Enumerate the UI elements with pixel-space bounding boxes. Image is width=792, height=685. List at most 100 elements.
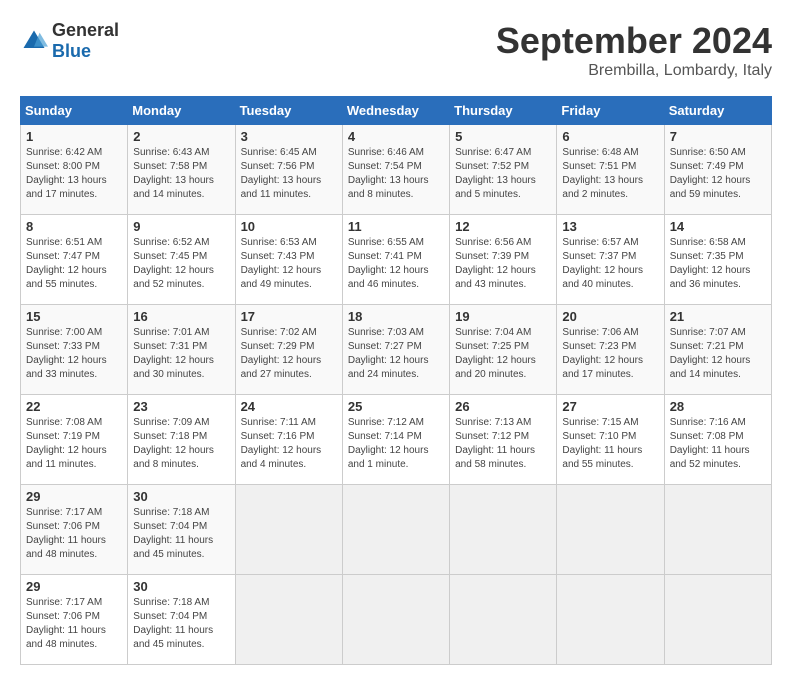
day-info: Sunrise: 7:03 AMSunset: 7:27 PMDaylight:…	[348, 326, 444, 382]
day-number: 29	[26, 579, 122, 594]
day-info: Sunrise: 7:13 AMSunset: 7:12 PMDaylight:…	[455, 416, 551, 472]
table-cell: 14 Sunrise: 6:58 AMSunset: 7:35 PMDayligh…	[664, 215, 771, 305]
day-number: 29	[26, 489, 122, 504]
table-cell: 22 Sunrise: 7:08 AMSunset: 7:19 PMDayligh…	[21, 395, 128, 485]
day-number: 15	[26, 309, 122, 324]
table-cell: 11 Sunrise: 6:55 AMSunset: 7:41 PMDayligh…	[342, 215, 449, 305]
table-cell: 7Sunrise: 6:50 AMSunset: 7:49 PMDaylight…	[664, 125, 771, 215]
day-info: Sunrise: 6:55 AMSunset: 7:41 PMDaylight:…	[348, 236, 444, 292]
day-info: Sunrise: 7:06 AMSunset: 7:23 PMDaylight:…	[562, 326, 658, 382]
calendar-header-row: Sunday Monday Tuesday Wednesday Thursday…	[21, 97, 772, 125]
day-number: 8	[26, 219, 122, 234]
table-cell	[235, 485, 342, 575]
day-number: 5	[455, 129, 551, 144]
logo-icon	[20, 27, 48, 55]
table-cell: 19 Sunrise: 7:04 AMSunset: 7:25 PMDayligh…	[450, 305, 557, 395]
col-sunday: Sunday	[21, 97, 128, 125]
table-cell: 9 Sunrise: 6:52 AMSunset: 7:45 PMDaylight…	[128, 215, 235, 305]
table-cell	[557, 575, 664, 665]
day-number: 22	[26, 399, 122, 414]
table-cell	[557, 485, 664, 575]
logo: General Blue	[20, 20, 119, 62]
day-number: 9	[133, 219, 229, 234]
day-info: Sunrise: 7:15 AMSunset: 7:10 PMDaylight:…	[562, 416, 658, 472]
day-info: Sunrise: 7:00 AMSunset: 7:33 PMDaylight:…	[26, 326, 122, 382]
day-number: 12	[455, 219, 551, 234]
table-cell	[235, 575, 342, 665]
table-row: 22 Sunrise: 7:08 AMSunset: 7:19 PMDayligh…	[21, 395, 772, 485]
day-number: 4	[348, 129, 444, 144]
day-info: Sunrise: 6:52 AMSunset: 7:45 PMDaylight:…	[133, 236, 229, 292]
table-cell: 10 Sunrise: 6:53 AMSunset: 7:43 PMDayligh…	[235, 215, 342, 305]
table-cell: 6 Sunrise: 6:48 AMSunset: 7:51 PMDaylight…	[557, 125, 664, 215]
day-info: Sunrise: 6:47 AMSunset: 7:52 PMDaylight:…	[455, 146, 551, 202]
day-number: 3	[241, 129, 337, 144]
title-block: September 2024 Brembilla, Lombardy, Ital…	[496, 20, 772, 80]
col-thursday: Thursday	[450, 97, 557, 125]
day-info: Sunrise: 6:56 AMSunset: 7:39 PMDaylight:…	[455, 236, 551, 292]
day-number: 20	[562, 309, 658, 324]
day-info: Sunrise: 7:08 AMSunset: 7:19 PMDaylight:…	[26, 416, 122, 472]
table-cell: 24Sunrise: 7:11 AMSunset: 7:16 PMDayligh…	[235, 395, 342, 485]
location-title: Brembilla, Lombardy, Italy	[496, 62, 772, 80]
table-cell: 5 Sunrise: 6:47 AMSunset: 7:52 PMDaylight…	[450, 125, 557, 215]
day-number: 25	[348, 399, 444, 414]
day-info: Sunrise: 7:01 AMSunset: 7:31 PMDaylight:…	[133, 326, 229, 382]
table-cell: 16 Sunrise: 7:01 AMSunset: 7:31 PMDayligh…	[128, 305, 235, 395]
day-number: 30	[133, 579, 229, 594]
table-cell: 25 Sunrise: 7:12 AMSunset: 7:14 PMDayligh…	[342, 395, 449, 485]
col-wednesday: Wednesday	[342, 97, 449, 125]
day-number: 14	[670, 219, 766, 234]
table-cell: 20 Sunrise: 7:06 AMSunset: 7:23 PMDayligh…	[557, 305, 664, 395]
day-number: 28	[670, 399, 766, 414]
day-info: Sunrise: 6:53 AMSunset: 7:43 PMDaylight:…	[241, 236, 337, 292]
day-info: Sunrise: 7:02 AMSunset: 7:29 PMDaylight:…	[241, 326, 337, 382]
table-cell: 21Sunrise: 7:07 AMSunset: 7:21 PMDayligh…	[664, 305, 771, 395]
calendar-table: Sunday Monday Tuesday Wednesday Thursday…	[20, 96, 772, 665]
col-saturday: Saturday	[664, 97, 771, 125]
page-header: General Blue September 2024 Brembilla, L…	[20, 20, 772, 80]
day-number: 17	[241, 309, 337, 324]
table-cell: 3Sunrise: 6:45 AMSunset: 7:56 PMDaylight…	[235, 125, 342, 215]
day-number: 2	[133, 129, 229, 144]
table-cell: 29 Sunrise: 7:17 AMSunset: 7:06 PMDayligh…	[21, 575, 128, 665]
day-info: Sunrise: 7:17 AMSunset: 7:06 PMDaylight:…	[26, 506, 122, 562]
day-info: Sunrise: 7:18 AMSunset: 7:04 PMDaylight:…	[133, 506, 229, 562]
day-info: Sunrise: 6:51 AMSunset: 7:47 PMDaylight:…	[26, 236, 122, 292]
table-cell: 29 Sunrise: 7:17 AMSunset: 7:06 PMDayligh…	[21, 485, 128, 575]
day-info: Sunrise: 6:57 AMSunset: 7:37 PMDaylight:…	[562, 236, 658, 292]
day-info: Sunrise: 7:04 AMSunset: 7:25 PMDaylight:…	[455, 326, 551, 382]
day-number: 7	[670, 129, 766, 144]
day-number: 27	[562, 399, 658, 414]
day-number: 6	[562, 129, 658, 144]
table-cell: 30Sunrise: 7:18 AMSunset: 7:04 PMDayligh…	[128, 485, 235, 575]
table-cell	[342, 485, 449, 575]
table-cell	[450, 485, 557, 575]
day-number: 10	[241, 219, 337, 234]
day-number: 11	[348, 219, 444, 234]
table-cell: 8 Sunrise: 6:51 AMSunset: 7:47 PMDaylight…	[21, 215, 128, 305]
day-info: Sunrise: 6:46 AMSunset: 7:54 PMDaylight:…	[348, 146, 444, 202]
table-row: 29 Sunrise: 7:17 AMSunset: 7:06 PMDayligh…	[21, 575, 772, 665]
day-number: 16	[133, 309, 229, 324]
table-cell: 12 Sunrise: 6:56 AMSunset: 7:39 PMDayligh…	[450, 215, 557, 305]
table-cell: 17 Sunrise: 7:02 AMSunset: 7:29 PMDayligh…	[235, 305, 342, 395]
day-info: Sunrise: 6:42 AMSunset: 8:00 PMDaylight:…	[26, 146, 122, 202]
day-number: 23	[133, 399, 229, 414]
table-cell: 27 Sunrise: 7:15 AMSunset: 7:10 PMDayligh…	[557, 395, 664, 485]
day-info: Sunrise: 7:09 AMSunset: 7:18 PMDaylight:…	[133, 416, 229, 472]
table-cell: 4 Sunrise: 6:46 AMSunset: 7:54 PMDaylight…	[342, 125, 449, 215]
table-cell	[664, 485, 771, 575]
table-cell: 13 Sunrise: 6:57 AMSunset: 7:37 PMDayligh…	[557, 215, 664, 305]
day-info: Sunrise: 6:48 AMSunset: 7:51 PMDaylight:…	[562, 146, 658, 202]
day-number: 13	[562, 219, 658, 234]
day-info: Sunrise: 6:58 AMSunset: 7:35 PMDaylight:…	[670, 236, 766, 292]
table-row: 1Sunrise: 6:42 AMSunset: 8:00 PMDaylight…	[21, 125, 772, 215]
day-info: Sunrise: 7:18 AMSunset: 7:04 PMDaylight:…	[133, 596, 229, 652]
logo-general: General	[52, 20, 119, 40]
day-info: Sunrise: 7:12 AMSunset: 7:14 PMDaylight:…	[348, 416, 444, 472]
day-number: 19	[455, 309, 551, 324]
day-info: Sunrise: 7:17 AMSunset: 7:06 PMDaylight:…	[26, 596, 122, 652]
col-friday: Friday	[557, 97, 664, 125]
col-tuesday: Tuesday	[235, 97, 342, 125]
